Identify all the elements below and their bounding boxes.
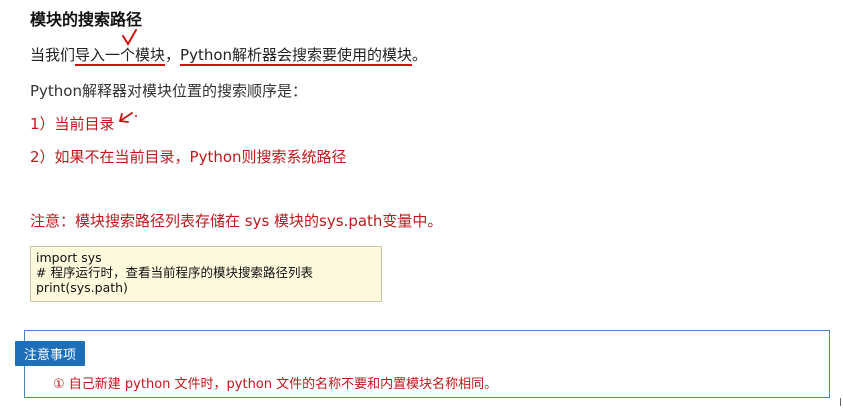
order-item-system-path: 2）如果不在当前目录，Python则搜索系统路径 (30, 148, 347, 166)
sys-path-note: 注意：模块搜索路径列表存储在 sys 模块的sys.path变量中。 (30, 212, 443, 230)
code-line: import sys (36, 250, 102, 265)
code-line: print(sys.path) (36, 280, 128, 295)
line1-prefix: 当我们 (30, 46, 76, 64)
underlined-parser-phrase: Python解析器会搜索要使用的模块 (180, 46, 413, 64)
notice-text: ① 自己新建 python 文件时，python 文件的名称不要和内置模块名称相… (53, 377, 498, 392)
edge-tick (840, 398, 841, 406)
line1-suffix: 。 (412, 46, 428, 64)
line1-mid: ， (165, 46, 181, 64)
page-title: 模块的搜索路径 (30, 10, 143, 29)
search-order-intro: Python解释器对模块位置的搜索顺序是： (30, 82, 307, 100)
import-description: 当我们导入一个模块，Python解析器会搜索要使用的模块。 (30, 44, 427, 65)
notice-badge: 注意事项 (15, 341, 86, 366)
notice-box: 注意事项 ① 自己新建 python 文件时，python 文件的名称不要和内置… (15, 330, 830, 398)
order-item-current-dir: 1）当前目录 (30, 115, 115, 133)
check-mark-icon (122, 29, 137, 46)
dot-mark (135, 115, 137, 117)
code-block: import sys # 程序运行时，查看当前程序的模块搜索路径列表 print… (30, 246, 382, 302)
arrow-icon (119, 112, 133, 123)
code-line: # 程序运行时，查看当前程序的模块搜索路径列表 (36, 265, 313, 280)
underlined-import-phrase: 导入一个模块 (75, 46, 166, 64)
